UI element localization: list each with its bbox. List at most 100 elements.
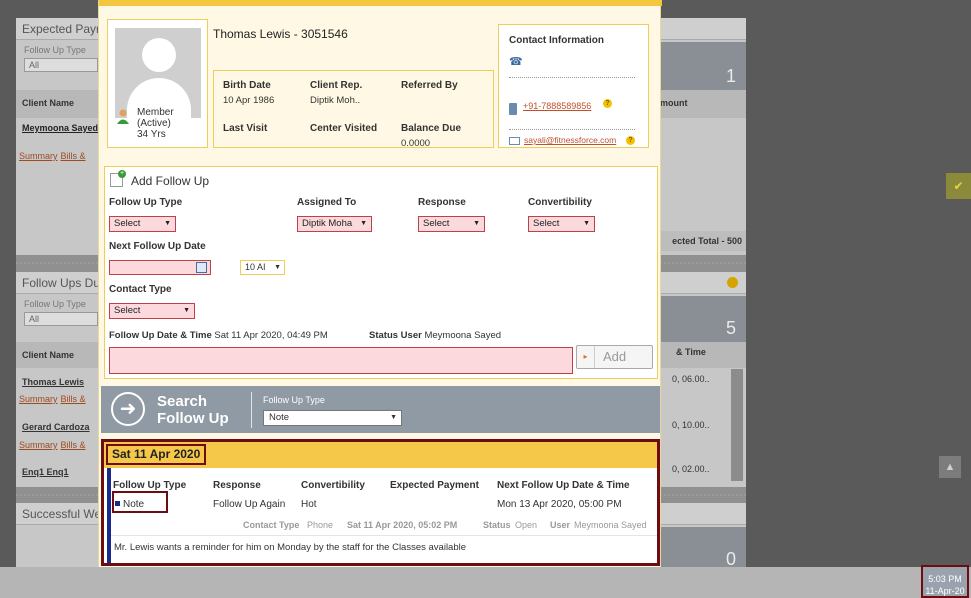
contact-type-select[interactable]: Select ▼ [109, 303, 195, 319]
bills-link[interactable]: Bills & [58, 391, 86, 404]
bills-link[interactable]: Bills & [58, 437, 86, 450]
history-response: Follow Up Again [213, 499, 286, 510]
scrollbar[interactable] [731, 369, 743, 481]
profile-card: Member (Active) 34 Yrs [107, 19, 208, 148]
member-status: Member (Active) 34 Yrs [137, 107, 174, 140]
column-header: mount [660, 98, 688, 108]
notification-icon[interactable]: ✔ [946, 173, 971, 199]
status-label: Status [483, 520, 511, 530]
taskbar-clock[interactable]: 5:03 PM 11-Apr-20 [921, 565, 969, 598]
summary-link[interactable]: Summary [16, 391, 58, 404]
table-row[interactable]: Enq1 Enq1 [16, 459, 69, 477]
referred-by-label: Referred By [401, 80, 458, 91]
birth-date-label: Birth Date [223, 80, 271, 91]
balance-due-value: 0.0000 [401, 138, 431, 149]
history-note: Mr. Lewis wants a reminder for him on Mo… [114, 542, 467, 553]
logged-datetime: Sat 11 Apr 2020, 05:02 PM [347, 520, 458, 530]
help-icon[interactable]: ? [626, 136, 635, 145]
history-next-date: Mon 13 Apr 2020, 05:00 PM [497, 499, 622, 510]
table-cell: 0, 10.00.. [672, 420, 710, 430]
birth-date-value: 10 Apr 1986 [223, 95, 275, 106]
search-follow-up-title: Search Follow Up [157, 393, 229, 427]
divider [509, 129, 635, 130]
history-col-header: Response [213, 480, 261, 491]
assigned-to-select[interactable]: Diptik Moha ▼ [297, 216, 372, 232]
form-title: Add Follow Up [131, 174, 210, 188]
follow-up-datetime: Follow Up Date & Time Sat 11 Apr 2020, 0… [109, 330, 328, 341]
taskbar [0, 567, 971, 598]
add-note-icon: + [110, 170, 126, 187]
search-type-select[interactable]: Note ▼ [263, 410, 402, 426]
follow-up-type-select[interactable]: Select ▼ [109, 216, 176, 232]
balance-due-label: Balance Due [401, 123, 462, 134]
search-type-label: Follow Up Type [263, 395, 325, 405]
summary-link[interactable]: Summary [16, 148, 58, 161]
panel-filter-select[interactable]: All [24, 58, 98, 72]
phone-icon[interactable]: ☎ [509, 55, 523, 68]
table-row[interactable]: Gerard Cardoza [16, 414, 90, 432]
status-user: Status User Meymoona Sayed [369, 330, 502, 341]
follow-up-type-label: Follow Up Type [109, 197, 183, 208]
history-col-header: Follow Up Type [113, 480, 187, 491]
panel-total: ected Total - 500 [656, 231, 746, 251]
divider [509, 77, 635, 78]
follow-up-notes-textarea[interactable] [109, 347, 573, 374]
response-label: Response [418, 197, 466, 208]
bullet-icon [115, 501, 120, 506]
user-label: User [550, 520, 571, 530]
center-visited-label: Center Visited [310, 123, 378, 134]
last-visit-label: Last Visit [223, 123, 268, 134]
bills-link[interactable]: Bills & [58, 148, 86, 161]
client-name-link[interactable]: Meymoona Sayed [16, 115, 98, 133]
add-button[interactable]: ▸ Add [576, 345, 653, 369]
contact-type-label: Contact Type [109, 284, 172, 295]
avatar [115, 28, 201, 118]
arrow-right-icon[interactable]: ➜ [111, 392, 145, 426]
contact-type-label: Contact Type [243, 520, 300, 530]
phone-link[interactable]: +91-7888589856 [523, 101, 591, 111]
follow-up-history-entry: Sat 11 Apr 2020 Follow Up Type Response … [101, 439, 660, 566]
client-rep-value: Diptik Moh.. [310, 95, 361, 106]
history-col-header: Next Follow Up Date & Time [497, 480, 630, 491]
next-follow-up-date-label: Next Follow Up Date [109, 241, 206, 252]
contact-type-value: Phone [307, 520, 334, 530]
column-header: & Time [676, 347, 706, 357]
convertibility-label: Convertibility [528, 197, 592, 208]
email-icon [509, 137, 520, 145]
table-row[interactable]: Thomas Lewis [16, 369, 84, 387]
mobile-icon [509, 103, 517, 115]
search-follow-up-bar: ➜ Search Follow Up Follow Up Type Note ▼ [101, 386, 660, 433]
history-date: Sat 11 Apr 2020 [106, 444, 207, 465]
column-header: Client Name [22, 98, 75, 108]
client-name-title: Thomas Lewis - 3051546 [213, 27, 348, 41]
help-icon[interactable]: ? [603, 99, 612, 108]
panel-count: 5 [725, 318, 736, 338]
history-convertibility: Hot [301, 499, 317, 510]
table-cell: 0, 02.00.. [672, 464, 710, 474]
contact-title: Contact Information [509, 35, 604, 46]
email-link[interactable]: sayali@fitnessforce.com [524, 135, 616, 145]
add-button-label: Add [603, 349, 627, 364]
client-info-box: Birth Date 10 Apr 1986 Client Rep. Dipti… [213, 70, 494, 149]
panel-filter-select[interactable]: All [24, 312, 98, 326]
time-select[interactable]: 10 AI ▼ [240, 260, 285, 275]
user-value: Meymoona Sayed [574, 520, 647, 530]
calendar-icon[interactable] [196, 262, 207, 273]
contact-info-box: Contact Information ☎ +91-7888589856 ? s… [498, 24, 649, 148]
scroll-top-button[interactable]: ▲ [939, 456, 961, 478]
summary-link[interactable]: Summary [16, 437, 58, 450]
info-icon[interactable] [727, 277, 738, 288]
convertibility-select[interactable]: Select ▼ [528, 216, 595, 232]
column-header: Client Name [22, 350, 75, 360]
member-icon [115, 108, 131, 124]
history-date-header: Sat 11 Apr 2020 [104, 442, 657, 468]
add-follow-up-form: + Add Follow Up Follow Up Type Select ▼ A… [104, 166, 658, 379]
response-select[interactable]: Select ▼ [418, 216, 485, 232]
history-col-header: Convertibility [301, 480, 365, 491]
follow-up-modal: Member (Active) 34 Yrs Thomas Lewis - 30… [98, 0, 662, 567]
assigned-to-label: Assigned To [297, 197, 357, 208]
history-type: Note [123, 499, 145, 510]
client-rep-label: Client Rep. [310, 80, 363, 91]
history-col-header: Expected Payment [390, 480, 479, 491]
table-cell: 0, 06.00.. [672, 374, 710, 384]
